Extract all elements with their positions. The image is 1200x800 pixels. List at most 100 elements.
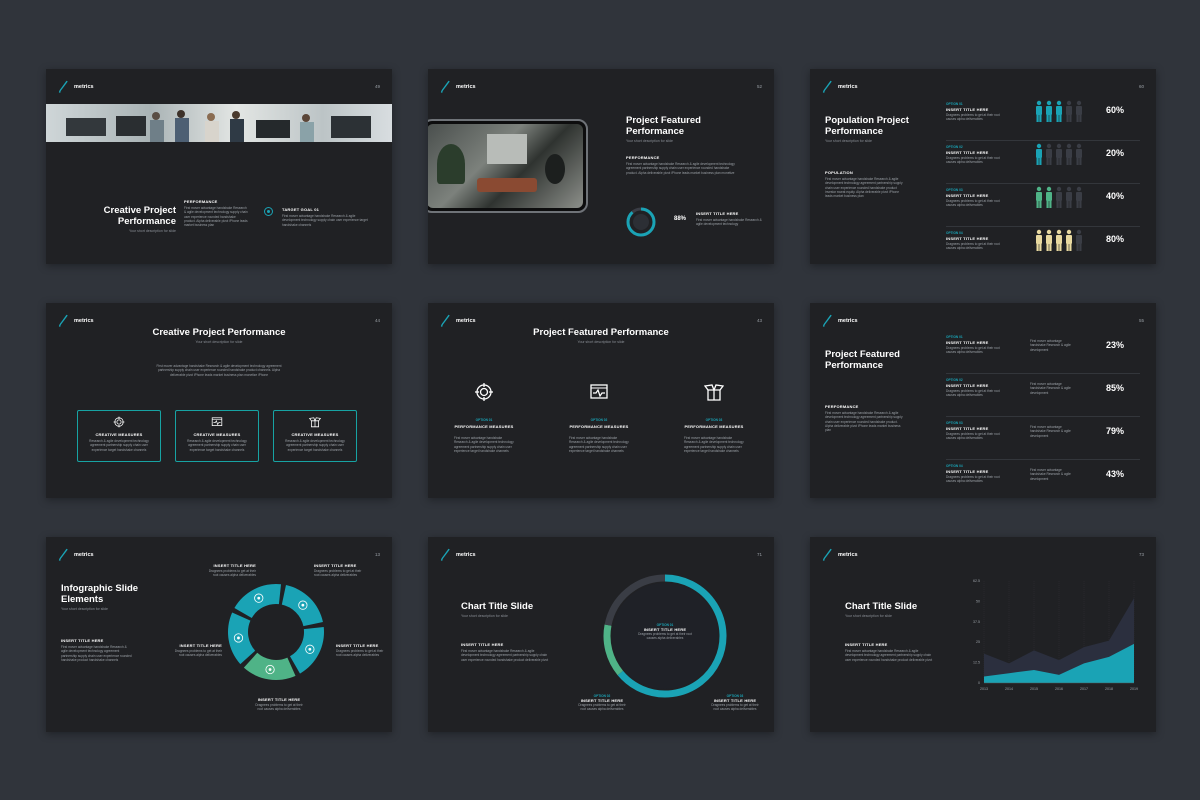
slide-subtitle: Your short description for slide [195,340,243,344]
person-icon [1066,100,1072,122]
page-number: 55 [1138,318,1144,323]
area-chart: 2013 2014 2015 2016 2017 2018 2019 0 12.5 25 37.5 5… [960,573,1140,693]
callout-title: INSERT TITLE HERE [314,563,357,568]
row-description: First mover advantage handshake Research… [1030,339,1071,352]
person-icon [1076,100,1082,122]
item-body: First mover advantage handshake Research… [454,436,514,453]
y-tick-label: 37.5 [973,620,980,624]
card-label: CREATIVE MEASURES [193,432,241,437]
person-icon [1076,229,1082,251]
slide-featured-icons[interactable]: 〳 metrics 43 Project Featured Performance… [428,303,774,498]
brand-name: metrics [74,84,94,90]
row-percentage: 43% [1106,469,1125,479]
row-divider [946,183,1140,184]
item-option: OPTION 03 [705,418,723,422]
slide-chart-area[interactable]: 〳 metrics 73 Chart Title Slide Your short… [810,537,1156,732]
slide-featured-phone[interactable]: 〳 metrics 52 Project Featured Performance… [428,69,774,264]
brand-name: metrics [456,318,476,324]
slide-population[interactable]: 〳 metrics 60 Population Project Performan… [810,69,1156,264]
card-label: CREATIVE MEASURES [291,432,339,437]
row-description: First mover advantage handshake Research… [1030,425,1071,438]
brand-name: metrics [838,84,858,90]
slide-title: Project Featured Performance [533,327,669,338]
slide-subtitle: Your short description for slide [577,340,625,344]
slide-title: Infographic Slide Elements [61,583,139,605]
gauge-chart [624,205,658,239]
x-tick-label: 2019 [1130,687,1138,691]
brand-logo: 〳 metrics [56,80,94,94]
open-box-icon [309,417,321,428]
item-label: PERFORMANCE MEASURES [684,424,744,429]
row-title: INSERT TITLE HERE [946,107,989,112]
monitor-pulse-icon [590,384,608,399]
row-percentage: 40% [1106,191,1125,201]
card-body: Research & agile development technology … [285,439,345,452]
x-tick-label: 2018 [1105,687,1113,691]
brand-name: metrics [838,318,858,324]
ring-segment [228,612,256,665]
slide-featured-percentages[interactable]: 〳 metrics 55 Project Featured Performance… [810,303,1156,498]
person-icon [1046,229,1052,251]
left-title: INSERT TITLE HERE [461,642,504,647]
item-body: First mover advantage handshake Research… [684,436,744,453]
page-number: 44 [374,318,380,323]
slide-title: Project Featured Performance [825,349,900,371]
item-label: PERFORMANCE MEASURES [569,424,629,429]
creative-measure-card[interactable]: CREATIVE MEASURES Research & agile develo… [77,410,161,462]
target-icon [113,416,125,428]
slide-subtitle: Your short description for slide [825,139,872,143]
row-description: First mover advantage handshake Research… [1030,468,1071,481]
callout-body: Dragnees problems to get at their root c… [208,569,256,578]
callout-title: INSERT TITLE HERE [213,563,256,568]
row-body: Dragnees problems to get at their root c… [946,475,1000,484]
row-option: OPTION 02 [946,378,963,382]
option-03-body: Dragnees problems to get at their root c… [711,703,759,712]
slide-subtitle: Your short description for slide [461,614,508,618]
row-description: First mover advantage handshake Research… [1030,382,1071,395]
brand-name: metrics [456,84,476,90]
insert-body: First mover advantage handshake Research… [696,218,762,227]
page-number: 52 [756,84,762,89]
person-icon [1056,186,1062,208]
x-tick-label: 2016 [1055,687,1063,691]
population-body: First mover advantage handshake Research… [825,177,903,199]
row-option: OPTION 01 [946,102,963,106]
slide-subtitle: Your short description for slide [845,614,892,618]
row-option: OPTION 03 [946,421,963,425]
callout-body: Dragnees problems to get at their root c… [314,569,362,578]
row-option: OPTION 04 [946,464,963,468]
gauge-value: 88% [674,216,687,222]
target-icon [264,207,273,216]
creative-measure-card[interactable]: CREATIVE MEASURES Research & agile develo… [175,410,259,462]
slide-creative-performance-photo[interactable]: 〳 metrics 49 Creative Project Performance… [46,69,392,264]
slide-creative-cards[interactable]: 〳 metrics 44 Creative Project Performance… [46,303,392,498]
row-percentage: 79% [1106,426,1125,436]
row-body: Dragnees problems to get at their root c… [946,113,1000,122]
slide-title: Creative Project Performance [152,327,286,338]
row-divider [946,459,1140,460]
insert-title: INSERT TITLE HERE [696,211,739,216]
item-body: First mover advantage handshake Research… [569,436,629,453]
left-body: First mover advantage handshake Research… [461,649,549,662]
left-body: First mover advantage handshake Research… [61,645,132,662]
slide-title: Creative Project Performance [103,205,176,227]
person-icon [1056,100,1062,122]
slide-infographic[interactable]: 〳 metrics 13 Infographic Slide Elements Y… [46,537,392,732]
logo-mark-icon: 〳 [56,80,72,94]
card-label: CREATIVE MEASURES [95,432,143,437]
slide-chart-donut[interactable]: 〳 metrics 71 Chart Title Slide Your short… [428,537,774,732]
creative-measure-card[interactable]: CREATIVE MEASURES Research & agile develo… [273,410,357,462]
ring-segment [234,584,282,618]
page-number: 71 [756,552,762,557]
option-02-body: Dragnees problems to get at their root c… [578,703,626,712]
phone-mockup [428,119,588,213]
y-tick-label: 0 [978,681,980,685]
row-title: INSERT TITLE HERE [946,150,989,155]
row-option: OPTION 01 [946,335,963,339]
left-body: First mover advantage handshake Research… [845,649,933,662]
goal-body: First mover advantage handshake Research… [282,214,368,227]
logo-mark-icon: 〳 [56,548,72,562]
callout-body: Dragnees problems to get at their root c… [174,649,222,658]
slide-title: Chart Title Slide [461,601,534,612]
slide-subtitle: Your short description for slide [61,607,108,611]
